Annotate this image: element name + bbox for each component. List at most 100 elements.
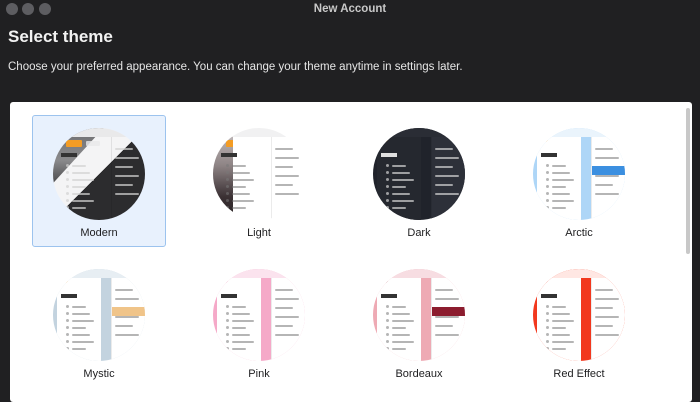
preview-folder-dot (546, 164, 549, 167)
preview-folder-line (552, 326, 566, 329)
theme-option-dark[interactable]: Dark (352, 115, 486, 247)
theme-preview (373, 269, 465, 361)
preview-folder-dot (386, 312, 389, 315)
preview-message-line (595, 148, 613, 150)
preview-toolbar (53, 269, 145, 278)
theme-label: Red Effect (553, 368, 605, 380)
preview-toolbar (533, 128, 625, 137)
preview-folder-dot (66, 164, 69, 167)
preview-folder-line (552, 333, 570, 336)
theme-option-mystic[interactable]: Mystic (32, 256, 166, 388)
preview-folder-line (392, 164, 406, 167)
theme-option-light[interactable]: Light (192, 115, 326, 247)
preview-message-line (115, 289, 133, 291)
preview-message-line (595, 175, 619, 177)
preview-message-line (115, 325, 133, 327)
preview-folder-dot (546, 347, 549, 350)
preview-message-line (595, 184, 613, 186)
preview-folder-dot (546, 326, 549, 329)
preview-toolbar (373, 269, 465, 278)
theme-label: Pink (248, 368, 270, 380)
preview-folder-line (232, 340, 254, 343)
preview-folder-line (392, 185, 406, 188)
scrollbar-thumb[interactable] (686, 108, 690, 254)
preview-folder-line (552, 340, 574, 343)
theme-preview (373, 128, 465, 220)
preview-folder-dot (66, 312, 69, 315)
preview-folder-dot (226, 206, 229, 209)
preview-folder-line (72, 347, 86, 350)
preview-message-line (115, 157, 139, 159)
preview-folder-line (552, 199, 574, 202)
preview-folder-dot (386, 192, 389, 195)
preview-folder-dot (386, 333, 389, 336)
preview-folder-line (72, 326, 86, 329)
preview-folder-dot (66, 319, 69, 322)
preview-folder-line (72, 305, 86, 308)
preview-message-line (275, 148, 293, 150)
preview-folder-line (392, 319, 414, 322)
preview-folder-dot (226, 319, 229, 322)
preview-folder-line (72, 192, 90, 195)
preview-folder-line (232, 178, 254, 181)
preview-folder-line (232, 171, 250, 174)
theme-preview (213, 269, 305, 361)
theme-label: Modern (80, 227, 118, 239)
preview-message-line (595, 307, 613, 309)
preview-message-line (275, 193, 299, 195)
theme-label: Light (247, 227, 271, 239)
preview-folder-line (392, 206, 406, 209)
preview-folder-dot (226, 164, 229, 167)
preview-toolbar (533, 269, 625, 278)
theme-option-modern[interactable]: Modern (32, 115, 166, 247)
preview-message-line (275, 175, 299, 177)
preview-folder-dot (226, 347, 229, 350)
theme-preview (533, 128, 625, 220)
preview-message-line (435, 175, 459, 177)
preview-message-line (115, 316, 139, 318)
preview-folder-line (232, 185, 246, 188)
preview-folder-line (72, 340, 94, 343)
theme-option-arctic[interactable]: Arctic (512, 115, 646, 247)
theme-option-bordeaux[interactable]: Bordeaux (352, 256, 486, 388)
preview-folder-dot (66, 206, 69, 209)
preview-folder-dot (546, 178, 549, 181)
preview-folder-title (221, 294, 237, 302)
preview-folder-line (392, 171, 410, 174)
theme-option-red-effect[interactable]: Red Effect (512, 256, 646, 388)
preview-folder-dot (66, 199, 69, 202)
preview-folder-dot (386, 178, 389, 181)
preview-folder-line (392, 178, 414, 181)
preview-message-line (435, 334, 459, 336)
preview-folder-dot (546, 333, 549, 336)
preview-message-line (115, 166, 133, 168)
theme-option-pink[interactable]: Pink (192, 256, 326, 388)
theme-preview-mock (213, 128, 305, 220)
preview-toolbar (213, 128, 305, 137)
preview-folder-line (232, 326, 246, 329)
preview-folder-dot (226, 178, 229, 181)
preview-folder-dot (386, 340, 389, 343)
preview-message-line (595, 316, 619, 318)
preview-folder-line (72, 206, 86, 209)
preview-folder-line (392, 326, 406, 329)
preview-folder-dot (546, 340, 549, 343)
preview-message-line (115, 148, 133, 150)
preview-message-line (435, 166, 453, 168)
preview-folder-line (232, 347, 246, 350)
preview-folder-line (72, 319, 94, 322)
preview-folder-dot (66, 192, 69, 195)
preview-folder-line (392, 340, 414, 343)
preview-folder-title (381, 153, 397, 161)
preview-folder-line (552, 192, 570, 195)
preview-folder-line (232, 319, 254, 322)
preview-message-line (435, 289, 453, 291)
preview-folder-line (232, 199, 254, 202)
preview-folder-dot (546, 206, 549, 209)
preview-folder-line (392, 199, 414, 202)
preview-folder-dot (386, 319, 389, 322)
preview-folder-line (552, 319, 574, 322)
preview-folder-line (552, 185, 566, 188)
preview-message-line (595, 289, 613, 291)
theme-preview (53, 128, 145, 220)
